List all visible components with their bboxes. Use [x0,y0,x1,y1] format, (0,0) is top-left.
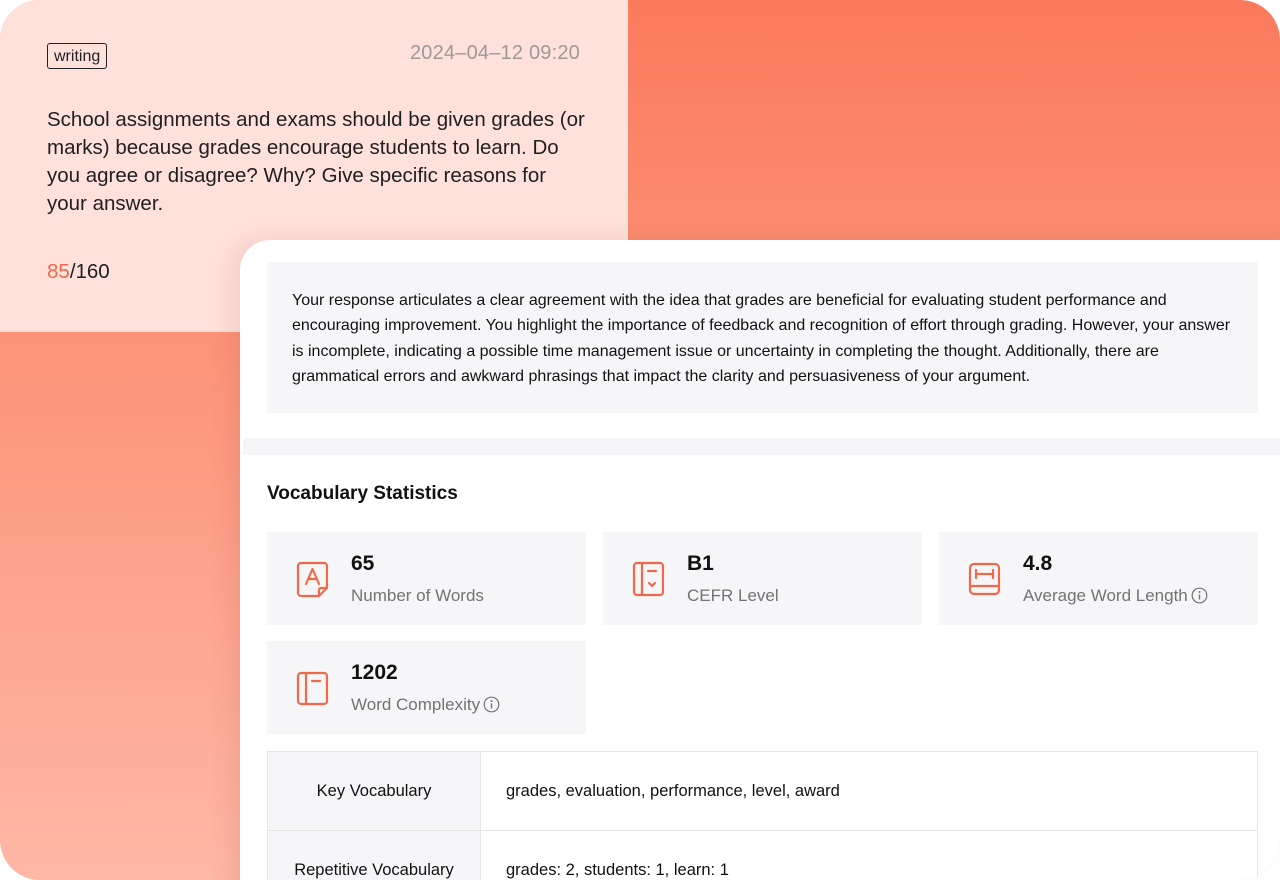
stat-label: Word Complexity [351,695,481,714]
stat-label-wrap: Word Complexity [351,695,500,715]
score-total: /160 [69,260,110,283]
stat-value: B1 [687,552,714,575]
feedback-summary: Your response articulates a clear agreem… [267,262,1258,413]
score: 85/160 [47,260,110,284]
vocabulary-table: Key Vocabulary grades, evaluation, perfo… [267,751,1258,880]
table-row: Key Vocabulary grades, evaluation, perfo… [267,751,1258,831]
section-divider [243,438,1280,455]
row-label: Repetitive Vocabulary [267,830,481,880]
row-label: Key Vocabulary [267,751,481,831]
info-icon[interactable] [483,696,500,713]
width-ruler-icon [968,562,1001,596]
timestamp: 2024–04–12 09:20 [409,42,580,64]
stat-label: Average Word Length [1023,586,1188,605]
prompt-text: School assignments and exams should be g… [47,108,585,215]
category-tag: writing [47,43,108,69]
app-frame: writing 2024–04–12 09:20 School assignme… [0,0,1280,880]
stat-value: 65 [351,552,375,575]
stat-label: CEFR Level [687,586,779,605]
stat-label-wrap: Average Word Length [1023,586,1208,606]
stat-value: 4.8 [1023,552,1053,575]
info-icon[interactable] [1191,587,1208,604]
section-title: Vocabulary Statistics [267,483,458,504]
stat-card-word-count: 65 Number of Words [267,532,586,625]
results-panel: Your response articulates a clear agreem… [240,240,1280,880]
book-icon [296,671,329,706]
book-level-icon [632,561,665,597]
table-row: Repetitive Vocabulary grades: 2, student… [267,830,1258,880]
row-value: grades: 2, students: 1, learn: 1 [480,830,1258,880]
stat-card-cefr-level: B1 CEFR Level [603,532,922,625]
stat-value: 1202 [351,661,398,684]
stat-card-word-complexity: 1202 Word Complexity [267,641,586,734]
row-value: grades, evaluation, performance, level, … [480,751,1258,831]
stat-label: Number of Words [351,586,484,605]
score-value: 85 [47,260,70,283]
stat-card-avg-word-length: 4.8 Average Word Length [939,532,1258,625]
letter-a-icon [296,561,329,598]
